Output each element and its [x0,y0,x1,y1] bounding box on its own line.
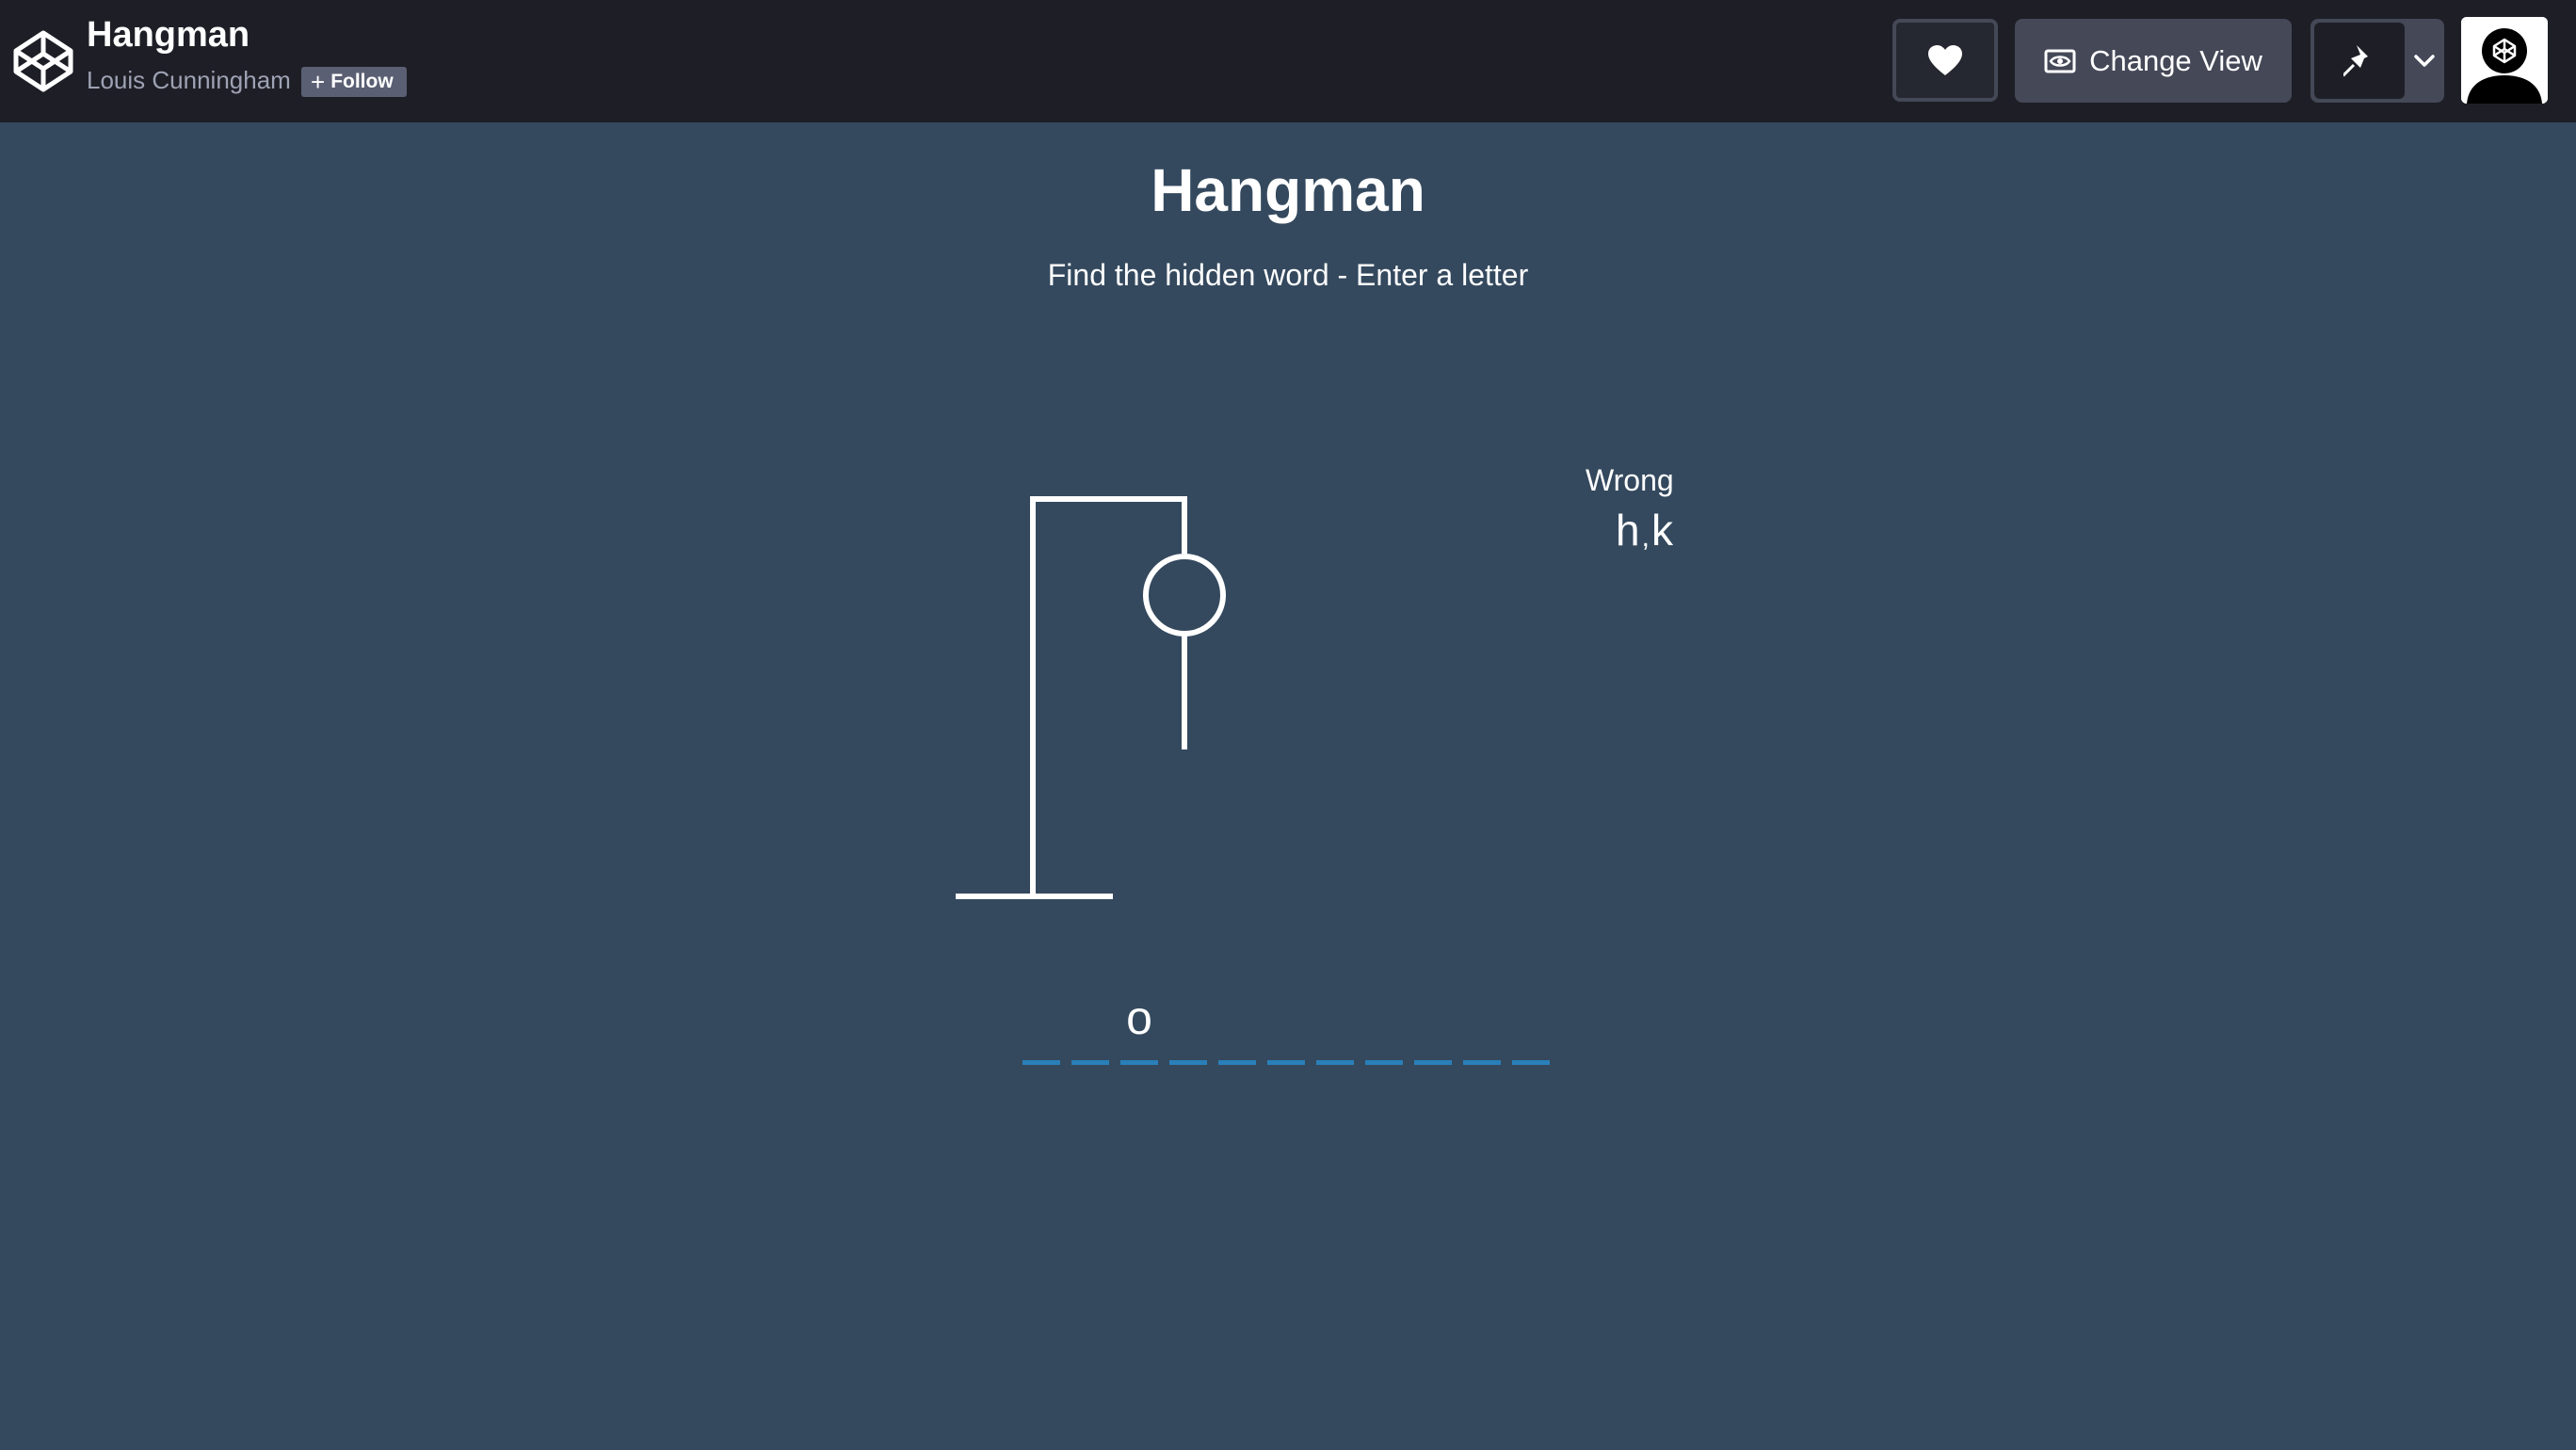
change-view-label: Change View [2089,43,2262,77]
wrong-letter-separator: , [1641,522,1650,553]
letter-slot [1216,989,1258,1065]
slot-dash [1218,1060,1256,1065]
avatar-icon [2461,17,2548,104]
hangman-drawing [956,496,1226,899]
letter-slot [1070,989,1111,1065]
letter-slot [1461,989,1503,1065]
wrong-letter: k [1650,506,1673,555]
pin-dropdown-button[interactable] [2405,19,2444,103]
letter-slot [1021,989,1062,1065]
game-title: Hangman [1151,156,1425,224]
letter-slot [1167,989,1209,1065]
letter-slot [1510,989,1552,1065]
hangman-head [1143,554,1226,636]
slot-dash [1414,1060,1452,1065]
wrong-label: Wrong [1586,463,1674,497]
letter-slot [1412,989,1454,1065]
topbar: Hangman Louis Cunningham + Follow Change… [0,0,2576,122]
slot-dash [1463,1060,1501,1065]
game-subtitle: Find the hidden word - Enter a letter [1047,258,1529,292]
slot-dash [1120,1060,1158,1065]
letter-slot [1265,989,1307,1065]
letter-slot [1363,989,1405,1065]
wrong-letter: h [1616,506,1640,555]
eye-icon [2044,49,2076,72]
author-link[interactable]: Louis Cunningham [87,68,291,92]
pin-icon [2343,44,2368,76]
slot-dash [1365,1060,1403,1065]
slot-dash [1512,1060,1550,1065]
chevron-down-icon [2414,54,2435,67]
avatar[interactable] [2461,17,2548,104]
plus-icon: + [311,68,326,96]
change-view-button[interactable]: Change View [2015,19,2292,103]
slot-dash [1071,1060,1109,1065]
heart-icon [1928,45,1962,75]
slot-dash [1022,1060,1060,1065]
hidden-word: o [1021,989,1552,1065]
letter-slot: o [1119,989,1160,1065]
slot-dash [1316,1060,1354,1065]
pen-title: Hangman [87,15,250,55]
follow-label: Follow [330,71,394,92]
follow-button[interactable]: + Follow [301,67,407,97]
slot-dash [1169,1060,1207,1065]
wrong-letters: h , k [1616,508,1673,552]
pin-group [2310,19,2444,103]
slot-letter: o [1126,991,1152,1044]
letter-slot [1314,989,1356,1065]
pin-button[interactable] [2314,23,2405,99]
heart-button[interactable] [1892,19,1998,102]
slot-dash [1267,1060,1305,1065]
codepen-logo-icon[interactable] [13,28,73,94]
